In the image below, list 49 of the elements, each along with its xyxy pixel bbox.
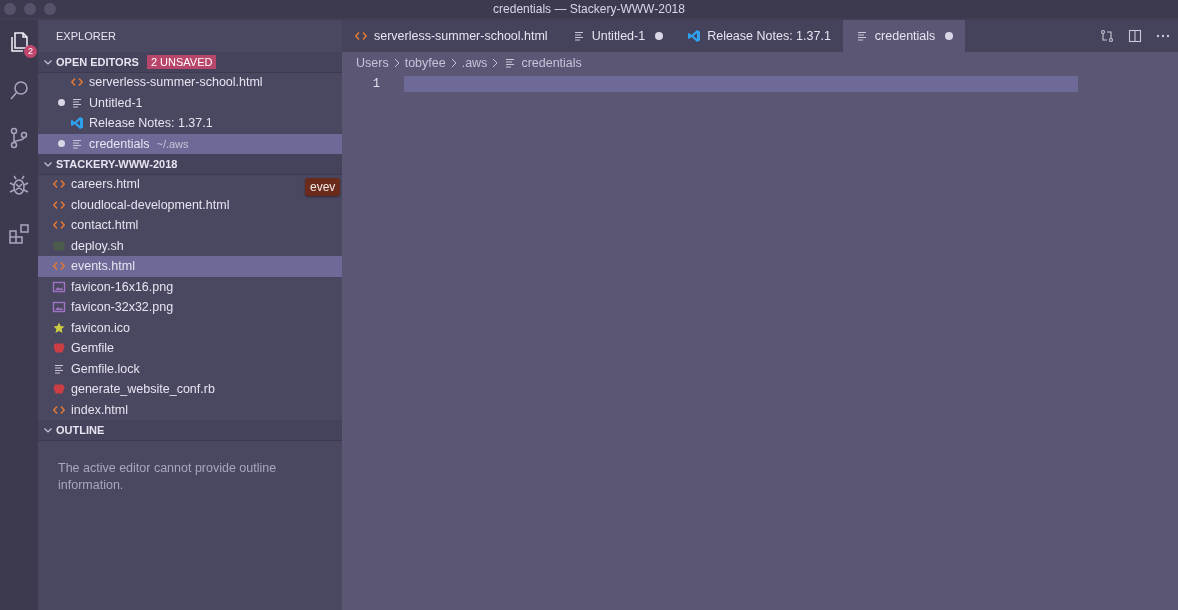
file-item[interactable]: favicon.ico xyxy=(38,317,139,338)
count-badge: 2 xyxy=(24,45,37,58)
editor-tab[interactable]: Untitled-1 xyxy=(559,20,676,52)
ruby-file-icon xyxy=(52,341,66,356)
file-item[interactable]: deploy.sh xyxy=(38,235,132,256)
extensions-icon[interactable] xyxy=(7,222,31,246)
editor-tab[interactable]: credentials xyxy=(842,20,966,52)
file-item[interactable]: contact.html xyxy=(38,215,147,236)
breadcrumb-item[interactable]: credentials xyxy=(521,56,582,70)
file-item[interactable]: events.html xyxy=(38,256,342,277)
file-item[interactable]: Gemfile xyxy=(38,338,123,359)
chevron-right-icon xyxy=(491,58,500,68)
bug-icon[interactable] xyxy=(7,174,31,198)
file-item[interactable]: Gemfile.lock xyxy=(38,358,148,379)
open-editor-item[interactable]: credentials ~/.aws xyxy=(38,133,342,154)
file-item[interactable]: generate_website_conf.rb xyxy=(38,379,223,400)
chevron-right-icon xyxy=(449,58,458,68)
open-editor-item[interactable]: Untitled-1 xyxy=(38,92,151,113)
editor-tab[interactable]: serverless-summer-school.html xyxy=(342,20,560,52)
search-icon[interactable] xyxy=(7,78,31,102)
file-item[interactable]: favicon-16x16.png xyxy=(38,276,182,297)
image-file-icon xyxy=(52,279,66,294)
compare-changes-icon[interactable] xyxy=(1100,29,1114,43)
file-item[interactable]: index.html xyxy=(38,399,136,420)
tooltip: evev xyxy=(305,178,341,196)
file-item[interactable]: cloudlocal-development.html xyxy=(38,194,238,215)
section-title[interactable]: OUTLINE xyxy=(56,424,105,436)
image-file-icon xyxy=(52,300,66,315)
outline-message: The active editor cannot provide outline information. xyxy=(58,461,277,492)
sidebar-title: EXPLORER xyxy=(56,30,116,42)
breadcrumb-item[interactable]: Users xyxy=(356,56,389,70)
file-item[interactable]: favicon-32x32.png xyxy=(38,297,182,318)
breadcrumb-item[interactable]: tobyfee xyxy=(404,56,446,70)
vscode-logo-icon xyxy=(70,116,84,131)
code-file-icon xyxy=(354,29,368,43)
section-title[interactable]: OPEN EDITORS xyxy=(56,56,139,68)
open-editor-item[interactable]: Release Notes: 1.37.1 xyxy=(38,113,221,134)
vscode-logo-icon xyxy=(687,29,702,43)
open-editor-item[interactable]: serverless-summer-school.html xyxy=(38,72,271,93)
window-title: credentials — Stackery-WWW-2018 xyxy=(493,2,685,16)
file-item[interactable]: careers.html xyxy=(38,174,148,195)
split-editor-icon[interactable] xyxy=(1128,29,1142,43)
chevron-right-icon xyxy=(392,58,401,68)
unsaved-badge: 2 UNSAVED xyxy=(146,55,217,69)
more-actions-icon[interactable] xyxy=(1156,34,1170,38)
line-number: 1 xyxy=(371,76,381,92)
editor-tab[interactable]: Release Notes: 1.37.1 xyxy=(675,20,843,52)
ruby-file-icon xyxy=(52,382,66,397)
breadcrumb-item[interactable]: .aws xyxy=(461,56,488,70)
